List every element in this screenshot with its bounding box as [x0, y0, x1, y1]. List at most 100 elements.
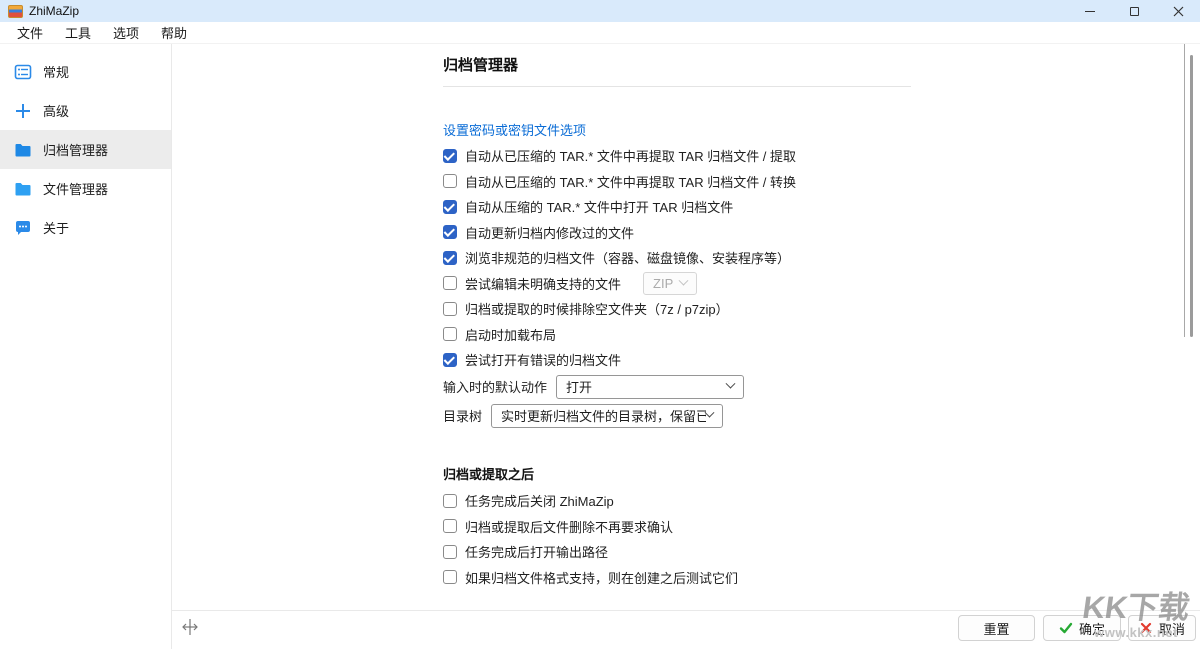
window-controls	[1068, 0, 1200, 22]
checkbox[interactable]	[443, 494, 457, 508]
dropdown-row: 目录树实时更新归档文件的目录树，保留已访问	[443, 401, 744, 430]
password-options-link[interactable]: 设置密码或密钥文件选项	[443, 120, 586, 139]
dropdown-value: ZIP	[653, 276, 673, 291]
window-title: ZhiMaZip	[29, 4, 79, 18]
option-row: 浏览非规范的归档文件（容器、磁盘镜像、安装程序等）	[443, 245, 963, 271]
checkbox[interactable]	[443, 251, 457, 265]
minimize-button[interactable]	[1068, 0, 1112, 22]
dropdown-settings: 输入时的默认动作打开目录树实时更新归档文件的目录树，保留已访问	[443, 372, 744, 430]
option-label: 尝试打开有错误的归档文件	[465, 350, 621, 369]
option-label: 归档或提取的时候排除空文件夹（7z / p7zip）	[465, 299, 729, 318]
checkbox[interactable]	[443, 200, 457, 214]
app-logo-icon	[8, 5, 23, 18]
main-area: 常规 高级 归档管理器 文件管理器 关于 归档管理	[0, 44, 1200, 649]
maximize-button[interactable]	[1112, 0, 1156, 22]
checkbox[interactable]	[443, 225, 457, 239]
menu-item[interactable]: 工具	[54, 22, 102, 43]
checkbox[interactable]	[443, 276, 457, 290]
option-label: 归档或提取后文件删除不再要求确认	[465, 517, 673, 536]
after-archive-options-list: 任务完成后关闭 ZhiMaZip 归档或提取后文件删除不再要求确认任务完成后打开输…	[443, 488, 963, 590]
folder-icon	[14, 180, 32, 198]
scrollbar-track-border	[1184, 44, 1185, 337]
option-row: 任务完成后关闭 ZhiMaZip	[443, 488, 963, 514]
chevron-down-icon	[705, 408, 715, 418]
sidebar-item-label: 关于	[43, 218, 69, 237]
option-label: 启动时加载布局	[465, 325, 556, 344]
menu-item[interactable]: 帮助	[150, 22, 198, 43]
sidebar-item-archive-manager[interactable]: 归档管理器	[0, 130, 171, 169]
option-row: 自动从压缩的 TAR.* 文件中打开 TAR 归档文件	[443, 194, 963, 220]
minimize-icon	[1085, 11, 1095, 12]
menu-item[interactable]: 选项	[102, 22, 150, 43]
horizontal-resize-icon	[181, 618, 199, 636]
option-row: 启动时加载布局	[443, 322, 963, 348]
checkbox[interactable]	[443, 302, 457, 316]
option-row: 任务完成后打开输出路径	[443, 539, 963, 565]
reset-button-label: 重置	[983, 619, 1009, 638]
x-icon	[1139, 621, 1153, 635]
sidebar-item-advanced[interactable]: 高级	[0, 91, 171, 130]
menu-bar: 文件工具选项帮助	[0, 22, 1200, 44]
dropdown-row-label: 输入时的默认动作	[443, 377, 547, 396]
sidebar-item-label: 高级	[43, 101, 69, 120]
sidebar-item-file-manager[interactable]: 文件管理器	[0, 169, 171, 208]
dropdown[interactable]: ZIP	[643, 272, 697, 295]
title-divider	[443, 86, 911, 87]
option-row: 尝试编辑未明确支持的文件ZIP	[443, 271, 963, 297]
page-title: 归档管理器	[443, 54, 518, 75]
dropdown[interactable]: 实时更新归档文件的目录树，保留已访问	[491, 404, 723, 428]
sidebar-item-general[interactable]: 常规	[0, 52, 171, 91]
settings-panel: 归档管理器 设置密码或密钥文件选项 自动从已压缩的 TAR.* 文件中再提取 T…	[172, 44, 1200, 649]
chevron-down-icon	[679, 275, 689, 285]
option-row: 自动从已压缩的 TAR.* 文件中再提取 TAR 归档文件 / 转换	[443, 169, 963, 195]
ok-button-label: 确定	[1079, 619, 1105, 638]
splitter-resize-handle[interactable]	[181, 618, 199, 636]
checkbox[interactable]	[443, 570, 457, 584]
checkbox[interactable]	[443, 174, 457, 188]
chevron-down-icon	[726, 379, 736, 389]
maximize-icon	[1130, 7, 1139, 16]
footer-divider	[172, 610, 1200, 611]
option-label: 自动从已压缩的 TAR.* 文件中再提取 TAR 归档文件 / 提取	[465, 146, 796, 165]
checkbox[interactable]	[443, 327, 457, 341]
reset-button[interactable]: 重置	[958, 615, 1035, 641]
sidebar-item-label: 常规	[43, 62, 69, 81]
checkbox[interactable]	[443, 353, 457, 367]
option-label: 任务完成后关闭 ZhiMaZip	[465, 491, 614, 510]
sidebar-item-about[interactable]: 关于	[0, 208, 171, 247]
dropdown-value: 实时更新归档文件的目录树，保留已访问	[501, 406, 706, 425]
dropdown-row-label: 目录树	[443, 406, 482, 425]
option-row: 如果归档文件格式支持，则在创建之后测试它们	[443, 565, 963, 591]
scrollbar-thumb[interactable]	[1190, 55, 1193, 337]
option-label: 自动从已压缩的 TAR.* 文件中再提取 TAR 归档文件 / 转换	[465, 172, 796, 191]
dropdown-row: 输入时的默认动作打开	[443, 372, 744, 401]
folder-icon	[14, 141, 32, 159]
cancel-button[interactable]: 取消	[1128, 615, 1196, 641]
option-label: 任务完成后打开输出路径	[465, 542, 608, 561]
menu-item[interactable]: 文件	[6, 22, 54, 43]
close-icon	[1173, 6, 1184, 17]
close-button[interactable]	[1156, 0, 1200, 22]
cancel-button-label: 取消	[1159, 619, 1185, 638]
archive-options-list: 自动从已压缩的 TAR.* 文件中再提取 TAR 归档文件 / 提取自动从已压缩…	[443, 143, 963, 373]
option-label: 如果归档文件格式支持，则在创建之后测试它们	[465, 568, 738, 587]
option-row: 归档或提取的时候排除空文件夹（7z / p7zip）	[443, 296, 963, 322]
option-row: 归档或提取后文件删除不再要求确认	[443, 514, 963, 540]
section-title-after-archive: 归档或提取之后	[443, 464, 534, 483]
option-row: 自动从已压缩的 TAR.* 文件中再提取 TAR 归档文件 / 提取	[443, 143, 963, 169]
chat-bubble-icon	[14, 219, 32, 237]
settings-list-icon	[14, 63, 32, 81]
checkbox[interactable]	[443, 545, 457, 559]
check-icon	[1059, 621, 1073, 635]
option-label: 浏览非规范的归档文件（容器、磁盘镜像、安装程序等）	[465, 248, 790, 267]
dropdown-value: 打开	[566, 377, 592, 396]
sidebar-item-label: 归档管理器	[43, 140, 108, 159]
sidebar-item-label: 文件管理器	[43, 179, 108, 198]
option-row: 尝试打开有错误的归档文件	[443, 347, 963, 373]
title-bar: ZhiMaZip	[0, 0, 1200, 22]
plus-icon	[14, 102, 32, 120]
checkbox[interactable]	[443, 519, 457, 533]
ok-button[interactable]: 确定	[1043, 615, 1121, 641]
dropdown[interactable]: 打开	[556, 375, 744, 399]
checkbox[interactable]	[443, 149, 457, 163]
